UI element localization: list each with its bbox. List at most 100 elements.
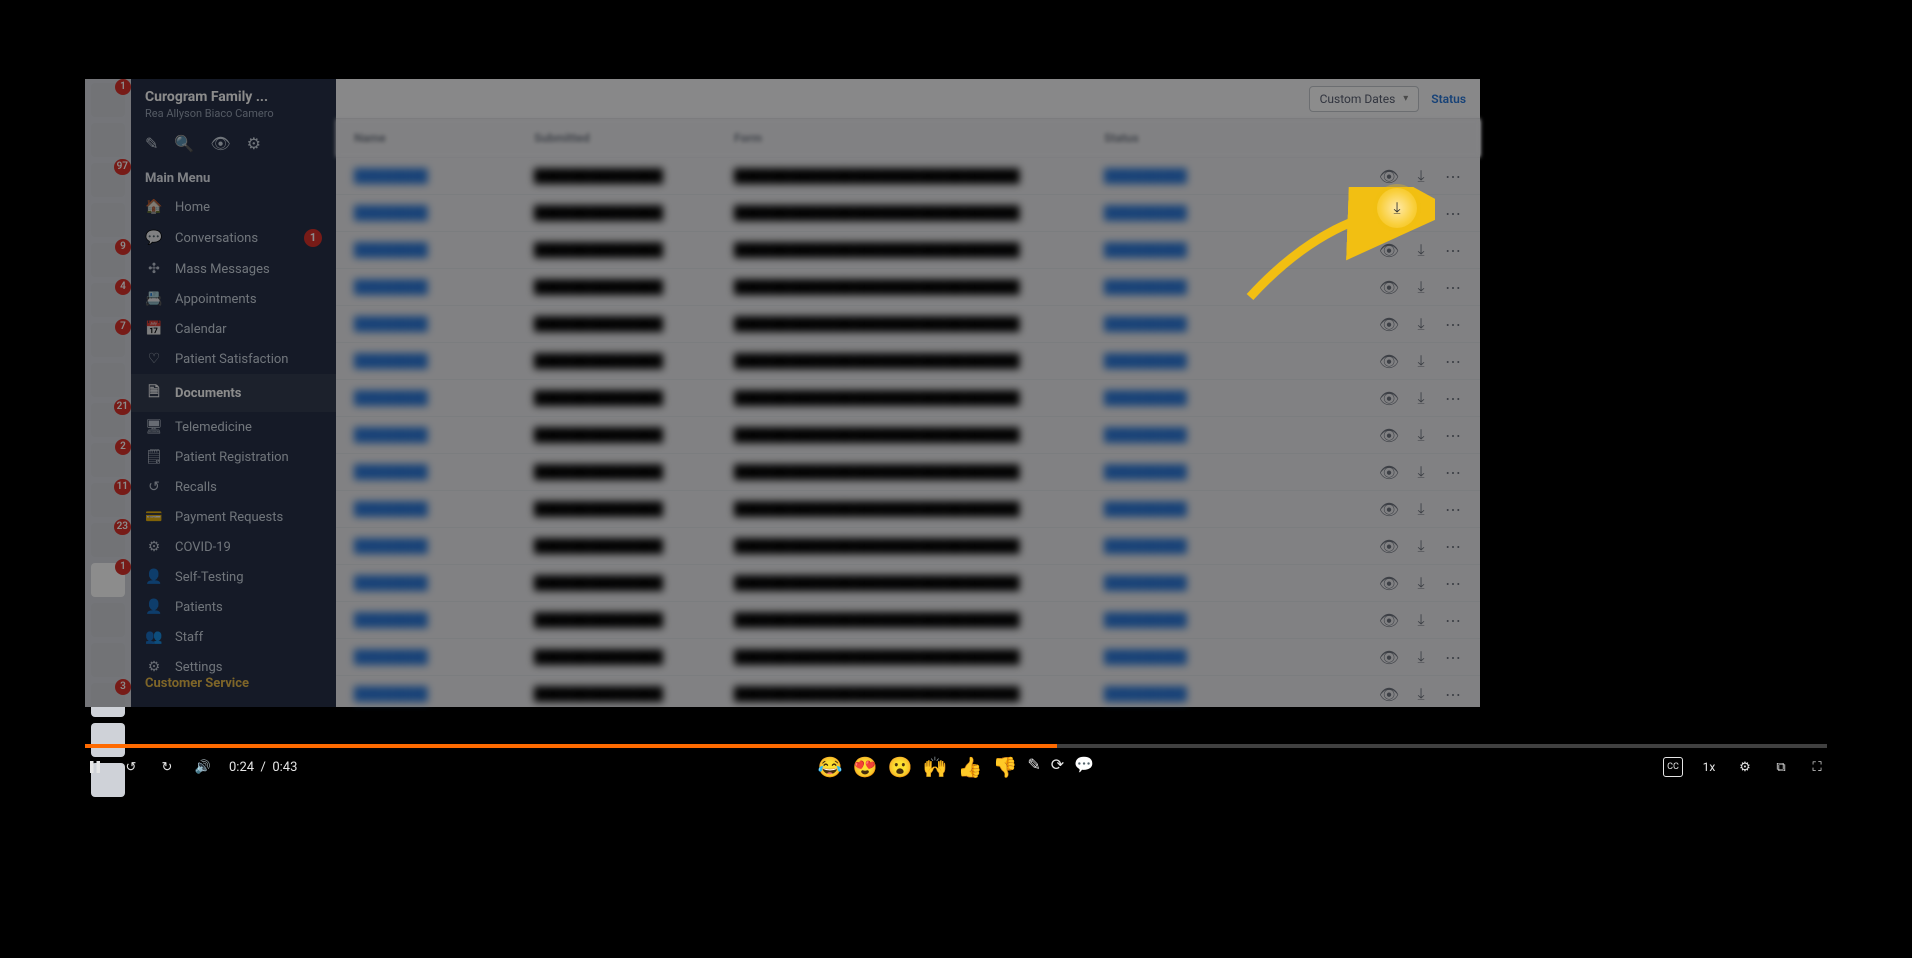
workspace-rail-item[interactable]: 1 xyxy=(91,83,125,117)
view-icon[interactable]: 👁 xyxy=(1380,500,1398,518)
compose-icon[interactable]: ✎ xyxy=(145,134,158,153)
view-icon[interactable]: 👁 xyxy=(1380,537,1398,555)
more-icon[interactable]: ⋯ xyxy=(1444,241,1462,259)
volume-button[interactable]: 🔊 xyxy=(193,757,213,777)
filter-icon[interactable]: ⚙ xyxy=(247,134,261,153)
sidebar-item-patients[interactable]: 👤Patients xyxy=(131,592,336,622)
download-icon[interactable]: ⤓ xyxy=(1412,685,1430,703)
more-icon[interactable]: ⋯ xyxy=(1444,389,1462,407)
table-row[interactable]: ████████████████████████████████████████… xyxy=(336,638,1480,675)
view-icon[interactable]: 👁 xyxy=(1380,574,1398,592)
sidebar-item-staff[interactable]: 👥Staff xyxy=(131,622,336,652)
more-icon[interactable]: ⋯ xyxy=(1444,315,1462,333)
view-icon[interactable]: 👁 xyxy=(210,134,230,153)
workspace-rail-item[interactable] xyxy=(91,603,125,637)
edit-icon[interactable]: ✎ xyxy=(1027,755,1040,779)
workspace-rail-item[interactable] xyxy=(91,203,125,237)
workspace-rail-item[interactable]: 1 xyxy=(91,563,125,597)
view-icon[interactable]: 👁 xyxy=(1380,389,1398,407)
workspace-rail-item[interactable] xyxy=(91,643,125,677)
workspace-rail-item[interactable]: 23 xyxy=(91,523,125,557)
workspace-rail-item[interactable]: 3 xyxy=(91,683,125,717)
download-icon[interactable]: ⤓ xyxy=(1412,278,1430,296)
table-row[interactable]: ████████████████████████████████████████… xyxy=(336,527,1480,564)
download-icon[interactable]: ⤓ xyxy=(1412,611,1430,629)
workspace-rail-item[interactable] xyxy=(91,123,125,157)
more-icon[interactable]: ⋯ xyxy=(1444,352,1462,370)
comment-icon[interactable]: 💬 xyxy=(1074,755,1094,779)
download-icon[interactable]: ⤓ xyxy=(1412,574,1430,592)
view-icon[interactable]: 👁 xyxy=(1380,352,1398,370)
sidebar-item-patient-registration[interactable]: 🗒Patient Registration xyxy=(131,442,336,472)
workspace-rail-item[interactable]: 7 xyxy=(91,323,125,357)
workspace-rail-item[interactable]: 97 xyxy=(91,163,125,197)
reaction-emoji[interactable]: 👎 xyxy=(992,755,1017,779)
workspace-rail-item[interactable]: 9 xyxy=(91,243,125,277)
sidebar-item-self-testing[interactable]: 👤Self-Testing xyxy=(131,562,336,592)
more-icon[interactable]: ⋯ xyxy=(1444,648,1462,666)
reaction-emoji[interactable]: 🙌 xyxy=(923,755,948,779)
more-icon[interactable]: ⋯ xyxy=(1444,204,1462,222)
table-row[interactable]: ████████████████████████████████████████… xyxy=(336,379,1480,416)
download-icon[interactable]: ⤓ xyxy=(1412,241,1430,259)
refresh-icon[interactable]: ⟳ xyxy=(1051,755,1064,779)
download-icon[interactable]: ⤓ xyxy=(1412,389,1430,407)
table-row[interactable]: ████████████████████████████████████████… xyxy=(336,675,1480,712)
more-icon[interactable]: ⋯ xyxy=(1444,278,1462,296)
sidebar-item-documents[interactable]: 🗎Documents xyxy=(131,374,336,412)
reaction-emoji[interactable]: 😂 xyxy=(818,755,843,779)
more-icon[interactable]: ⋯ xyxy=(1444,611,1462,629)
sidebar-item-mass-messages[interactable]: ✣Mass Messages xyxy=(131,254,336,284)
workspace-rail-item[interactable]: 2 xyxy=(91,443,125,477)
view-icon[interactable]: 👁 xyxy=(1380,241,1398,259)
custom-dates-dropdown[interactable]: Custom Dates ▾ xyxy=(1309,86,1420,112)
table-row[interactable]: ████████████████████████████████████████… xyxy=(336,305,1480,342)
more-icon[interactable]: ⋯ xyxy=(1444,426,1462,444)
table-row[interactable]: ████████████████████████████████████████… xyxy=(336,453,1480,490)
view-icon[interactable]: 👁 xyxy=(1380,167,1398,185)
sidebar-item-appointments[interactable]: 📇Appointments xyxy=(131,284,336,314)
pause-button[interactable] xyxy=(85,757,105,777)
view-icon[interactable]: 👁 xyxy=(1380,611,1398,629)
table-row[interactable]: ████████████████████████████████████████… xyxy=(336,231,1480,268)
more-icon[interactable]: ⋯ xyxy=(1444,685,1462,703)
sidebar-item-calendar[interactable]: 📅Calendar xyxy=(131,314,336,344)
download-icon[interactable]: ⤓ xyxy=(1412,315,1430,333)
rewind-button[interactable]: ↺ xyxy=(121,757,141,777)
sidebar-item-patient-satisfaction[interactable]: ♡Patient Satisfaction xyxy=(131,344,336,374)
workspace-rail-item[interactable]: 21 xyxy=(91,403,125,437)
download-icon[interactable]: ⤓ xyxy=(1412,500,1430,518)
view-icon[interactable]: 👁 xyxy=(1380,278,1398,296)
search-icon[interactable]: 🔍 xyxy=(174,134,194,153)
download-icon[interactable]: ⤓ xyxy=(1412,463,1430,481)
table-row[interactable]: ████████████████████████████████████████… xyxy=(336,416,1480,453)
more-icon[interactable]: ⋯ xyxy=(1444,463,1462,481)
reaction-emoji[interactable]: 👍 xyxy=(958,755,983,779)
view-icon[interactable]: 👁 xyxy=(1380,463,1398,481)
view-icon[interactable]: 👁 xyxy=(1380,685,1398,703)
table-row[interactable]: ████████████████████████████████████████… xyxy=(336,157,1480,194)
view-icon[interactable]: 👁 xyxy=(1380,315,1398,333)
reaction-emoji[interactable]: 😍 xyxy=(853,755,878,779)
sidebar-item-home[interactable]: 🏠Home xyxy=(131,192,336,222)
video-progress[interactable] xyxy=(85,744,1827,748)
sidebar-item-telemedicine[interactable]: 🖥Telemedicine xyxy=(131,412,336,442)
workspace-rail-item[interactable] xyxy=(91,363,125,397)
speed-button[interactable]: 1x xyxy=(1699,757,1719,777)
table-row[interactable]: ████████████████████████████████████████… xyxy=(336,194,1480,231)
customer-service-link[interactable]: Customer Service xyxy=(131,666,336,701)
table-row[interactable]: ████████████████████████████████████████… xyxy=(336,601,1480,638)
download-icon[interactable]: ⤓ xyxy=(1412,352,1430,370)
fullscreen-button[interactable]: ⛶ xyxy=(1807,757,1827,777)
download-icon[interactable]: ⤓ xyxy=(1412,537,1430,555)
view-icon[interactable]: 👁 xyxy=(1380,648,1398,666)
table-row[interactable]: ████████████████████████████████████████… xyxy=(336,490,1480,527)
captions-button[interactable]: CC xyxy=(1663,757,1683,777)
sidebar-item-payment-requests[interactable]: 💳Payment Requests xyxy=(131,502,336,532)
forward-button[interactable]: ↻ xyxy=(157,757,177,777)
table-row[interactable]: ████████████████████████████████████████… xyxy=(336,342,1480,379)
view-icon[interactable]: 👁 xyxy=(1380,426,1398,444)
workspace-rail-item[interactable]: 11 xyxy=(91,483,125,517)
sidebar-item-recalls[interactable]: ↺Recalls xyxy=(131,472,336,502)
more-icon[interactable]: ⋯ xyxy=(1444,537,1462,555)
